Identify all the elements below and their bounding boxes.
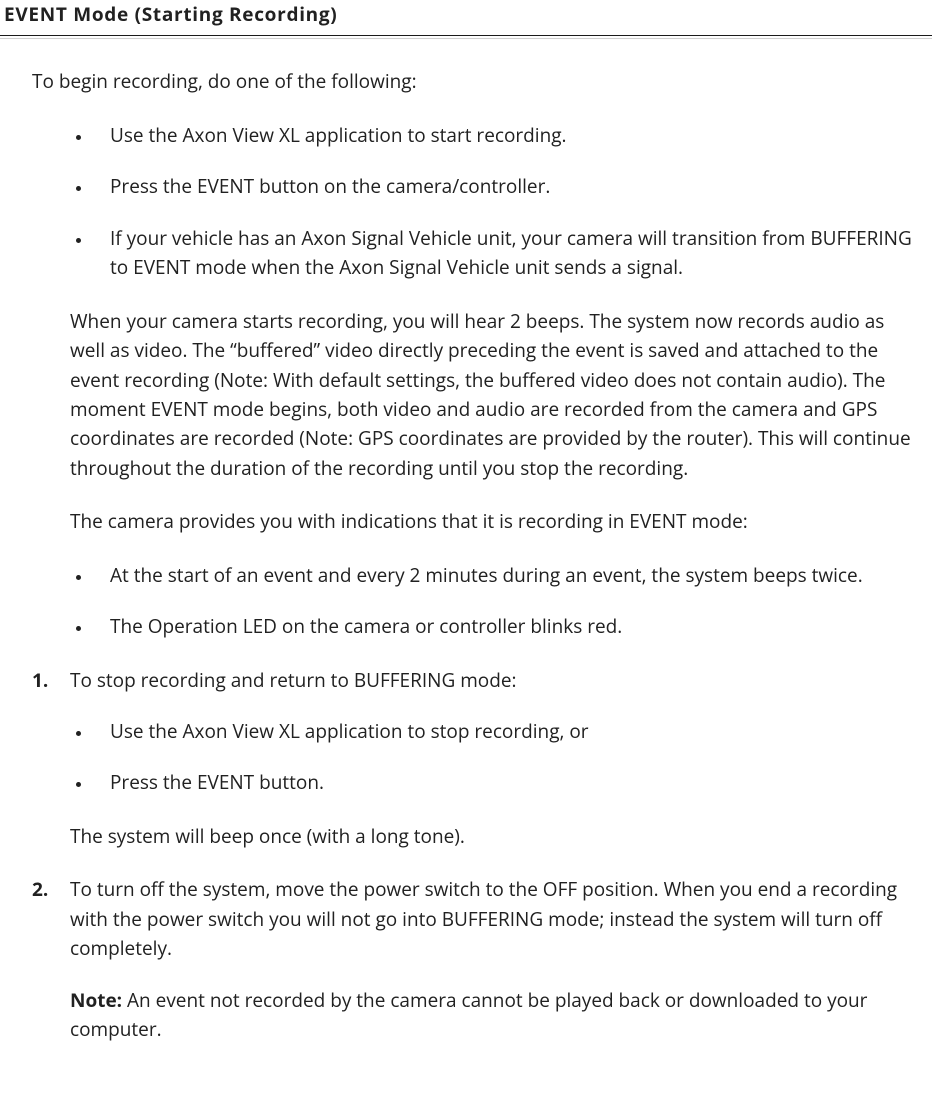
section-heading: EVENT Mode (Starting Recording) [0, 0, 932, 36]
list-item: If your vehicle has an Axon Signal Vehic… [92, 224, 920, 283]
step-note: Note: An event not recorded by the camer… [70, 986, 920, 1045]
heading-divider [0, 38, 932, 39]
note-label: Note: [70, 987, 122, 1013]
list-item: At the start of an event and every 2 min… [92, 561, 920, 590]
step-lead: To turn off the system, move the power s… [70, 875, 920, 963]
step-lead: To stop recording and return to BUFFERIN… [70, 666, 920, 695]
stop-recording-options: Use the Axon View XL application to stop… [70, 717, 920, 798]
step-after: The system will beep once (with a long t… [70, 822, 920, 851]
list-item: Press the EVENT button on the camera/con… [92, 172, 920, 201]
explanation-paragraph: When your camera starts recording, you w… [32, 307, 920, 484]
content-body: To begin recording, do one of the follow… [0, 67, 932, 1044]
numbered-steps: To stop recording and return to BUFFERIN… [32, 666, 920, 1045]
list-item: Use the Axon View XL application to star… [92, 121, 920, 150]
list-item: Press the EVENT button. [92, 768, 920, 797]
step-item: To turn off the system, move the power s… [32, 875, 920, 1044]
step-item: To stop recording and return to BUFFERIN… [32, 666, 920, 852]
start-recording-options: Use the Axon View XL application to star… [32, 121, 920, 283]
list-item: The Operation LED on the camera or contr… [92, 612, 920, 641]
indicator-list: At the start of an event and every 2 min… [32, 561, 920, 642]
intro-paragraph: To begin recording, do one of the follow… [32, 67, 920, 96]
list-item: Use the Axon View XL application to stop… [92, 717, 920, 746]
note-text: An event not recorded by the camera cann… [70, 987, 867, 1042]
indications-intro: The camera provides you with indications… [32, 507, 920, 536]
